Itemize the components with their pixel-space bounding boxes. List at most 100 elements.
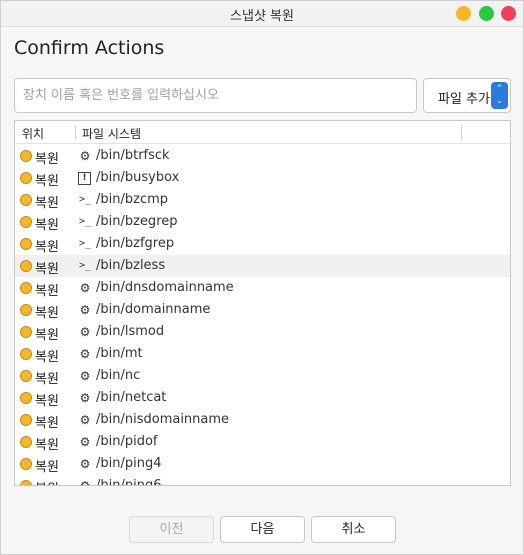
status-dot-icon	[20, 392, 32, 404]
chevron-down-icon: ⌄	[495, 96, 504, 106]
row-status: 복원	[35, 174, 59, 189]
spinner-arrows-icon[interactable]: ⌃ ⌄	[491, 82, 508, 109]
table-row[interactable]: 복원 ⚙ /bin/ping6	[15, 475, 510, 486]
add-file-button[interactable]: 파일 추가 ⌃ ⌄	[423, 78, 511, 113]
row-status: 복원	[35, 196, 59, 211]
row-status: 복원	[35, 394, 59, 409]
table-row[interactable]: 복원 >_ /bin/bzegrep	[15, 211, 510, 233]
table-row[interactable]: 복원! /bin/busybox	[15, 167, 510, 189]
row-status: 복원	[35, 328, 59, 343]
minimize-button[interactable]	[456, 6, 471, 21]
list-rows: 복원 ⚙ /bin/btrfsck 복원! /bin/busybox 복원 >_ /bin/b…	[15, 145, 510, 486]
page-title: Confirm Actions	[14, 37, 165, 59]
table-row[interactable]: 복원 ⚙ /bin/netcat	[15, 387, 510, 409]
row-status: 복원	[35, 478, 59, 485]
row-path: /bin/nisdomainname	[96, 412, 230, 427]
row-path: /bin/ping4	[96, 456, 162, 471]
status-dot-icon	[20, 458, 32, 470]
status-dot-icon	[20, 238, 32, 250]
add-file-label: 파일 추가	[438, 92, 490, 107]
row-path: /bin/domainname	[96, 302, 211, 317]
row-path: /bin/netcat	[96, 390, 167, 405]
row-path: /bin/btrfsck	[96, 148, 170, 163]
status-dot-icon	[20, 370, 32, 382]
row-status: 복원	[35, 416, 59, 431]
row-path: /bin/lsmod	[96, 324, 165, 339]
row-status: 복원	[35, 438, 59, 453]
row-path: /bin/ping6	[96, 478, 162, 486]
table-row[interactable]: 복원 ⚙ /bin/dnsdomainname	[15, 277, 510, 299]
row-path: /bin/busybox	[96, 170, 180, 185]
terminal-icon: >_	[78, 238, 92, 249]
previous-button[interactable]: 이전	[129, 516, 214, 543]
gear-icon: ⚙	[79, 435, 91, 449]
row-status: 복원	[35, 284, 59, 299]
gear-icon: ⚙	[79, 149, 91, 163]
gear-icon: ⚙	[79, 479, 91, 486]
gear-icon: ⚙	[79, 391, 91, 405]
file-list[interactable]: 위치 파일 시스템 복원 ⚙ /bin/btrfsck 복원! /bin/busybox…	[14, 120, 511, 486]
row-status: 복원	[35, 152, 59, 167]
column-divider[interactable]	[75, 125, 76, 140]
restore-snapshot-window: 스냅샷 복원 Confirm Actions 파일 추가 ⌃ ⌄ 위치 파일 시…	[0, 0, 524, 555]
close-button[interactable]	[501, 6, 516, 21]
search-input[interactable]	[14, 78, 417, 113]
table-row[interactable]: 복원 ⚙ /bin/mt	[15, 343, 510, 365]
table-row[interactable]: 복원 ⚙ /bin/ping4	[15, 453, 510, 475]
table-row[interactable]: 복원 ⚙ /bin/pidof	[15, 431, 510, 453]
gear-icon: ⚙	[79, 369, 91, 383]
gear-icon: ⚙	[79, 347, 91, 361]
status-dot-icon	[20, 480, 32, 485]
status-dot-icon	[20, 172, 32, 184]
gear-icon: ⚙	[79, 303, 91, 317]
row-status: 복원	[35, 306, 59, 321]
gear-icon: ⚙	[79, 457, 91, 471]
table-row[interactable]: 복원 >_ /bin/bzfgrep	[15, 233, 510, 255]
terminal-icon: >_	[78, 260, 92, 271]
row-status: 복원	[35, 460, 59, 475]
terminal-icon: >_	[78, 194, 92, 205]
status-dot-icon	[20, 414, 32, 426]
row-path: /bin/pidof	[96, 434, 158, 449]
status-dot-icon	[20, 282, 32, 294]
title-bar[interactable]: 스냅샷 복원	[1, 1, 523, 27]
next-button[interactable]: 다음	[220, 516, 305, 543]
status-dot-icon	[20, 150, 32, 162]
maximize-button[interactable]	[479, 6, 494, 21]
list-header: 위치 파일 시스템	[15, 121, 510, 144]
row-status: 복원	[35, 372, 59, 387]
chevron-up-icon: ⌃	[495, 84, 504, 94]
table-row[interactable]: 복원 ⚙ /bin/lsmod	[15, 321, 510, 343]
table-row[interactable]: 복원 ⚙ /bin/domainname	[15, 299, 510, 321]
gear-icon: ⚙	[79, 413, 91, 427]
row-path: /bin/bzfgrep	[96, 236, 175, 251]
column-header-location[interactable]: 위치	[22, 125, 44, 142]
row-path: /bin/mt	[96, 346, 143, 361]
row-path: /bin/bzless	[96, 258, 166, 273]
cancel-button[interactable]: 취소	[311, 516, 396, 543]
row-status: 복원	[35, 262, 59, 277]
row-path: /bin/dnsdomainname	[96, 280, 234, 295]
gear-icon: ⚙	[79, 325, 91, 339]
table-row[interactable]: 복원 >_ /bin/bzcmp	[15, 189, 510, 211]
status-dot-icon	[20, 260, 32, 272]
table-row[interactable]: 복원 >_ /bin/bzless	[15, 255, 510, 277]
table-row[interactable]: 복원 ⚙ /bin/nisdomainname	[15, 409, 510, 431]
status-dot-icon	[20, 304, 32, 316]
row-path: /bin/nc	[96, 368, 141, 383]
row-path: /bin/bzcmp	[96, 192, 169, 207]
gear-icon: ⚙	[79, 281, 91, 295]
status-dot-icon	[20, 326, 32, 338]
table-row[interactable]: 복원 ⚙ /bin/nc	[15, 365, 510, 387]
table-row[interactable]: 복원 ⚙ /bin/btrfsck	[15, 145, 510, 167]
status-dot-icon	[20, 436, 32, 448]
status-dot-icon	[20, 348, 32, 360]
status-dot-icon	[20, 216, 32, 228]
terminal-icon: >_	[78, 216, 92, 227]
row-status: 복원	[35, 240, 59, 255]
column-divider[interactable]	[461, 125, 462, 140]
status-dot-icon	[20, 194, 32, 206]
row-path: /bin/bzegrep	[96, 214, 178, 229]
column-header-filesystem[interactable]: 파일 시스템	[82, 125, 141, 142]
row-status: 복원	[35, 218, 59, 233]
